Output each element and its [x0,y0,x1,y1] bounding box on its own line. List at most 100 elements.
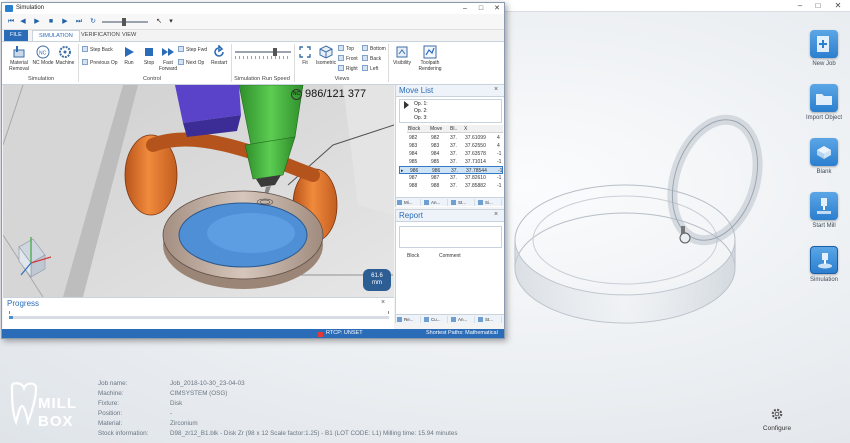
view-bottom-button[interactable]: Bottom [362,45,386,53]
cell-bl: 37. [450,151,457,157]
step-fwd-button[interactable]: Step Fwd [178,46,207,54]
rtcp-status-icon [318,332,323,337]
view-right-button[interactable]: Right [338,65,358,73]
report-filter-box[interactable] [399,226,502,248]
cursor-icon[interactable]: ↖ [154,17,164,27]
table-row[interactable]: 987 987 37. 37.82610 -1 [399,174,503,182]
tab-view[interactable]: VIEW [116,30,142,41]
folder-icon [810,84,838,112]
mill-icon [810,192,838,220]
progress-close-icon[interactable]: × [381,299,385,306]
step-back-icon [82,46,88,52]
restart-button[interactable]: Restart [206,44,232,66]
visibility-button[interactable]: Visibility [390,45,414,66]
report-col-block[interactable]: Block [406,252,430,260]
move-tab[interactable]: Si... [477,199,502,206]
sim-maximize-button[interactable]: □ [474,3,488,14]
sim-minimize-button[interactable]: – [458,3,472,14]
operations-tree[interactable]: Op. 1: Op. 2: Op. 3: [399,99,502,123]
view-back-button[interactable]: Back [362,55,381,63]
report-tab[interactable]: An... [450,316,475,323]
qa-speed-slider[interactable] [102,18,148,26]
view-right-icon [338,65,344,71]
table-row[interactable]: 985 985 37. 37.71014 -1 [399,158,503,166]
material-removal-button[interactable]: Material Removal [6,45,32,72]
report-close-icon[interactable]: × [494,211,498,218]
minimize-button[interactable]: – [790,0,810,12]
view-left-button[interactable]: Left [362,65,378,73]
operation-item[interactable]: Op. 3: [414,115,428,121]
progress-bar[interactable] [9,316,389,319]
report-col-comment[interactable]: Comment [438,252,468,260]
view-top-button[interactable]: Top [338,45,354,53]
qa-stop-icon[interactable]: ■ [46,17,56,27]
cell-block: 988 [409,183,418,189]
fit-icon [298,45,312,59]
table-row[interactable]: 984 984 37. 37.63578 -1 [399,150,503,158]
cell-move: 983 [431,143,440,149]
table-row[interactable]: 988 988 37. 37.85882 -1 [399,182,503,190]
new-job-button[interactable]: New Job [800,30,848,80]
move-list-close-icon[interactable]: × [494,86,498,93]
report-tab[interactable]: Cu... [423,316,448,323]
report-tab[interactable]: Re... [396,316,421,323]
nc-badge-icon: NC [291,89,302,100]
simulation-icon [810,246,838,274]
import-object-button[interactable]: Import Object [800,84,848,134]
nc-mode-icon: NC [36,45,50,59]
view-front-button[interactable]: Front [338,55,358,63]
qa-step-back-icon[interactable]: ◀ [18,17,28,27]
operation-item[interactable]: Op. 1: [414,101,428,107]
table-row-selected[interactable]: ▸ 986 986 37. 37.78544 -1 [399,166,503,174]
qa-refresh-icon[interactable]: ↻ [88,17,98,27]
machine-button[interactable]: Machine [52,45,78,66]
toolpath-rendering-button[interactable]: Toolpath Rendering [415,45,445,72]
col-x[interactable]: X [463,125,503,133]
sim-close-button[interactable]: ✕ [490,3,504,14]
qa-slider-knob[interactable] [122,18,126,26]
run-speed-knob[interactable] [273,48,277,56]
dropdown-icon[interactable]: ▾ [166,17,176,27]
move-tab[interactable]: St... [450,199,475,206]
fit-button[interactable]: Fit [296,45,314,66]
qa-play-icon[interactable]: ▶ [32,17,42,27]
report-tab[interactable]: St... [477,316,502,323]
tab-simulation[interactable]: SIMULATION [32,30,80,41]
progress-markers [9,311,389,314]
run-speed-ticks [235,56,291,59]
operation-item[interactable]: Op. 2: [414,108,428,114]
simulation-viewport[interactable]: NC 986/121 377 61.6 mm [3,85,394,297]
qa-step-fwd-icon[interactable]: ▶ [60,17,70,27]
move-tab[interactable]: Mi... [396,199,421,206]
blank-button[interactable]: Blank [800,138,848,188]
stock-disk-outer [514,184,736,324]
table-row[interactable]: 982 982 37. 37.61099 4 [399,134,503,142]
view-front-icon [338,55,344,61]
next-op-button[interactable]: Next Op [178,59,204,67]
rtcp-status: RTCP: UNSET [326,330,363,336]
maximize-button[interactable]: □ [808,0,828,12]
run-speed-slider[interactable] [235,48,291,56]
step-back-button[interactable]: Step Back [82,46,113,54]
isometric-button[interactable]: Isometric [314,45,338,66]
previous-op-button[interactable]: Previous Op [82,59,118,67]
start-mill-button[interactable]: Start Mill [800,192,848,242]
scene-3d-view[interactable] [505,100,800,330]
qa-next-icon[interactable]: ⏭ [74,17,84,27]
cell-bl: 37. [450,143,457,149]
tab-file[interactable]: FILE [4,30,28,41]
move-tab[interactable]: An... [423,199,448,206]
col-block[interactable]: Block [407,125,429,133]
cell-extra: 4 [497,135,500,141]
simulation-button[interactable]: Simulation [800,246,848,296]
col-move[interactable]: Move [429,125,449,133]
table-row[interactable]: 983 983 37. 37.62550 4 [399,142,503,150]
move-grid: Block Move Bl.. X 982 982 37. 37.61099 4 983 9… [399,125,503,193]
step-fwd-icon [178,46,184,52]
configure-button[interactable]: Configure [757,406,797,432]
svg-text:BOX: BOX [38,413,74,430]
col-bl[interactable]: Bl.. [449,125,463,133]
qa-restart-icon[interactable]: ⏮ [6,17,16,27]
close-button[interactable]: ✕ [828,0,848,12]
quick-access-bar: ⏮ ◀ ▶ ■ ▶ ⏭ ↻ ↖ ▾ [2,14,504,30]
